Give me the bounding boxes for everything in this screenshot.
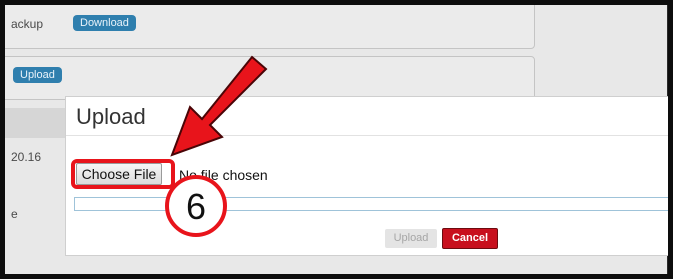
screenshot-frame: ackup Download Upload 20.16 e Upload Cho… [0, 0, 673, 279]
step-number-badge: 6 [165, 175, 227, 237]
partial-text: e [11, 207, 18, 221]
modal-title: Upload [76, 104, 146, 129]
cancel-button[interactable]: Cancel [442, 228, 498, 249]
table-header-strip [5, 108, 65, 138]
upload-progress-bar [74, 197, 668, 211]
background-upload-button[interactable]: Upload [13, 67, 62, 83]
backup-label: ackup [11, 17, 44, 31]
choose-file-highlight [71, 159, 175, 189]
download-button[interactable]: Download [73, 15, 136, 31]
red-arrow-icon [170, 55, 268, 157]
version-text: 20.16 [11, 150, 42, 164]
upload-submit-button[interactable]: Upload [385, 229, 437, 248]
modal-header: Upload [66, 97, 668, 136]
